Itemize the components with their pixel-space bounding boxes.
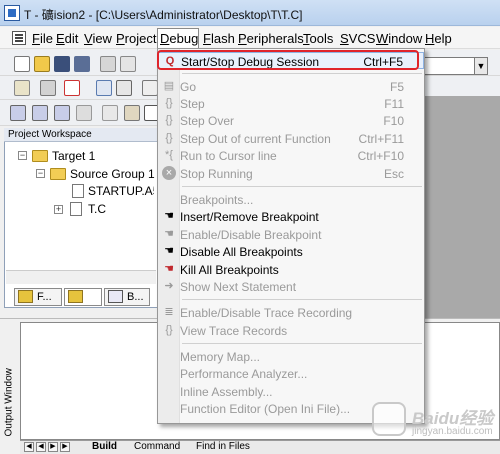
menu-view[interactable]: View (84, 31, 112, 46)
c-file-icon (70, 202, 82, 216)
trace-icon: ≣ (164, 306, 174, 318)
go-icon: ▤ (163, 80, 175, 92)
books-tab-icon (108, 290, 123, 303)
menu-item-memory-map[interactable]: Memory Map... (158, 348, 424, 365)
tree-source-group[interactable]: Source Group 1 (70, 167, 155, 181)
save-icon[interactable] (54, 56, 70, 72)
menu-item-enable-disable-breakpoint[interactable]: ☚ Enable/Disable Breakpoint (158, 226, 424, 243)
output-window-label: Output Window (3, 368, 15, 437)
menu-svcs[interactable]: SVCS (340, 31, 375, 46)
open-folder-icon[interactable] (34, 56, 50, 72)
copy-icon[interactable] (120, 56, 136, 72)
stop-icon: × (162, 166, 176, 180)
watermark-subtext: jingyan.baidu.com (412, 426, 493, 437)
menu-debug[interactable]: Debug (160, 31, 198, 46)
tree-target[interactable]: Target 1 (52, 149, 95, 163)
menu-separator (182, 299, 422, 300)
step-over-icon: {} (165, 114, 173, 126)
target-folder-icon (32, 150, 48, 162)
debug-icon[interactable] (64, 80, 80, 96)
stop-build-icon[interactable] (76, 105, 92, 121)
menu-item-step-over[interactable]: {} Step Over F10 (158, 112, 424, 129)
hand-icon: ☚ (164, 210, 174, 222)
baidu-watermark: Baidu经验 jingyan.baidu.com (372, 402, 496, 448)
menu-item-performance-analyzer[interactable]: Performance Analyzer... (158, 365, 424, 382)
debug-menu: Q Start/Stop Debug Session Ctrl+F5 ▤ Go … (157, 48, 425, 424)
regs-tab-icon (68, 290, 83, 303)
menu-tools[interactable]: Tools (303, 31, 333, 46)
menu-item-run-to-cursor[interactable]: *{ Run to Cursor line Ctrl+F10 (158, 147, 424, 164)
tab-build[interactable]: Build (92, 441, 117, 452)
workspace-title: Project Workspace (4, 128, 158, 142)
menu-item-view-trace-records[interactable]: {} View Trace Records (158, 322, 424, 339)
tree-file-startup[interactable]: STARTUP.A51 (88, 184, 154, 198)
window-icon[interactable] (96, 80, 112, 96)
options-icon[interactable] (124, 105, 140, 121)
trace-records-icon: {} (165, 324, 173, 336)
run-to-cursor-icon: *{ (165, 149, 173, 161)
menu-peripherals[interactable]: Peripherals (238, 31, 304, 46)
menu-item-go[interactable]: ▤ Go F5 (158, 78, 424, 95)
last-tab-icon[interactable]: ▶ (60, 442, 70, 452)
step-out-icon: {} (165, 132, 173, 144)
rebuild-icon[interactable] (54, 105, 70, 121)
print-icon[interactable] (40, 80, 56, 96)
group-folder-icon (50, 168, 66, 180)
hand-icon: ☚ (164, 228, 174, 240)
tab-find-in-files[interactable]: Find in Files (196, 441, 250, 452)
chevron-down-icon[interactable]: ▼ (474, 57, 488, 75)
document-menu-icon[interactable] (12, 31, 26, 45)
next-tab-icon[interactable]: ▶ (48, 442, 58, 452)
asm-file-icon (72, 184, 84, 198)
new-file-icon[interactable] (14, 56, 30, 72)
tab-files[interactable]: F... (14, 288, 62, 306)
cut-icon[interactable] (100, 56, 116, 72)
menu-edit[interactable]: Edit (56, 31, 78, 46)
files-tab-icon (18, 290, 33, 303)
menu-separator (182, 186, 422, 187)
hand-icon: ☚ (164, 245, 174, 257)
collapse-target-icon[interactable]: − (18, 151, 27, 160)
tab-command[interactable]: Command (134, 441, 180, 452)
menu-help[interactable]: Help (425, 31, 452, 46)
menu-item-show-next-statement[interactable]: ➜ Show Next Statement (158, 278, 424, 295)
menu-item-insert-remove-breakpoint[interactable]: ☚ Insert/Remove Breakpoint (158, 208, 424, 225)
menu-separator (182, 73, 422, 74)
expand-file-icon[interactable]: + (54, 205, 63, 214)
menu-project[interactable]: Project (116, 31, 156, 46)
menu-item-inline-assembly[interactable]: Inline Assembly... (158, 383, 424, 400)
collapse-group-icon[interactable]: − (36, 169, 45, 178)
hand-tool-icon[interactable] (142, 80, 158, 96)
tab-books[interactable]: B... (104, 288, 150, 306)
zoom-icon[interactable] (116, 80, 132, 96)
step-icon: {} (165, 97, 173, 109)
download-icon[interactable] (102, 105, 118, 121)
save-all-icon[interactable] (74, 56, 90, 72)
menu-item-disable-all-breakpoints[interactable]: ☚ Disable All Breakpoints (158, 243, 424, 260)
workspace-scrollbar[interactable] (6, 270, 156, 284)
baidu-paw-icon (372, 402, 406, 436)
build-icon[interactable] (32, 105, 48, 121)
menu-item-kill-all-breakpoints[interactable]: ☚ Kill All Breakpoints (158, 261, 424, 278)
arrow-right-icon: ➜ (164, 280, 174, 292)
window-title: T - 礦ision2 - [C:\Users\Administrator\De… (24, 8, 303, 22)
kill-breakpoints-icon: ☚ (164, 263, 174, 275)
tree-file-tc[interactable]: T.C (88, 202, 106, 216)
menu-item-stop-running[interactable]: × Stop Running Esc (158, 165, 424, 182)
menu-window[interactable]: Window (376, 31, 422, 46)
highlight-ring (157, 50, 419, 70)
app-icon (4, 5, 20, 21)
menu-item-step-out[interactable]: {} Step Out of current Function Ctrl+F11 (158, 130, 424, 147)
menu-item-trace-recording[interactable]: ≣ Enable/Disable Trace Recording (158, 304, 424, 321)
prev-tab-icon[interactable]: ◀ (36, 442, 46, 452)
menu-file[interactable]: File (32, 31, 53, 46)
menu-item-step[interactable]: {} Step F11 (158, 95, 424, 112)
menu-item-breakpoints[interactable]: Breakpoints... (158, 191, 424, 208)
first-tab-icon[interactable]: ◀ (24, 442, 34, 452)
tab-regs[interactable] (64, 288, 102, 306)
compile-icon[interactable] (10, 105, 26, 121)
menu-separator (182, 343, 422, 344)
menu-flash[interactable]: Flash (203, 31, 235, 46)
translate-icon[interactable] (14, 80, 30, 96)
